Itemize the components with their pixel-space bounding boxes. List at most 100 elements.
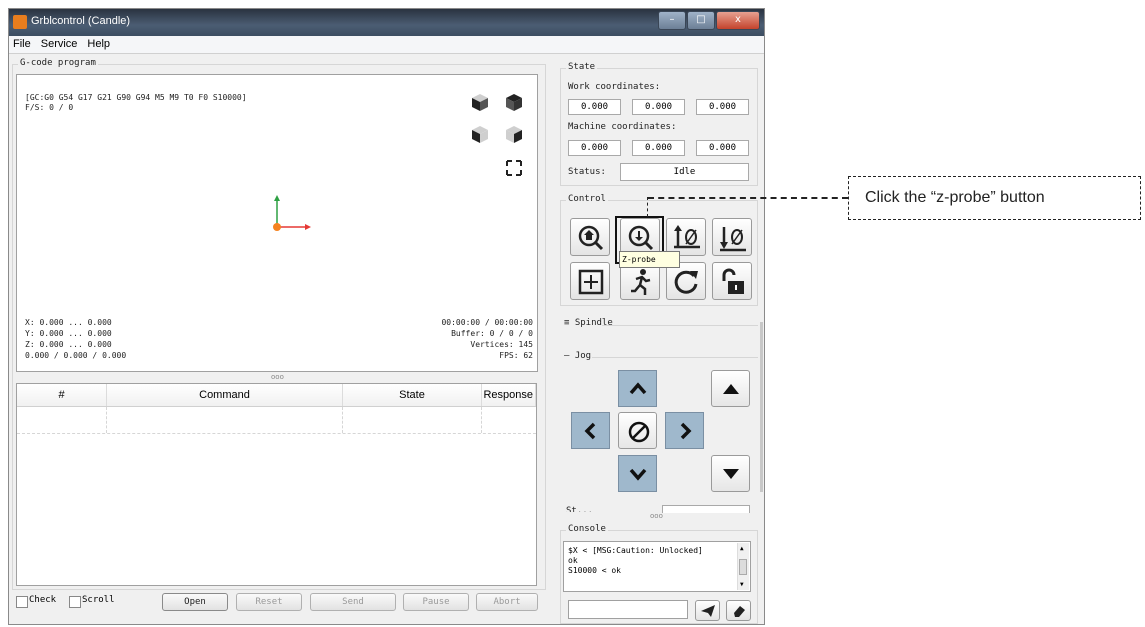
chevron-up-icon [629,382,647,395]
zero-z-button[interactable] [712,218,752,256]
jog-x-plus-button[interactable] [665,412,704,449]
check-checkbox[interactable] [16,596,28,608]
machine-coords-label: Machine coordinates: [568,122,677,132]
status-value: Idle [620,163,749,181]
control-group-title: Control [566,194,608,204]
jog-stop-button[interactable] [618,412,657,449]
status-label: Status: [568,167,606,177]
splitter-handle[interactable]: ooo [271,373,284,381]
view-top-icon[interactable] [503,91,525,113]
instruction-callout: Click the “z-probe” button [848,176,1141,220]
menu-bar: File Service Help [9,36,764,54]
jog-divider [592,357,758,358]
jog-z-plus-button[interactable] [711,370,750,407]
gcode-viewer[interactable]: [GC:G0 G54 G17 G21 G90 G94 M5 M9 T0 F0 S… [16,74,538,372]
jog-x-minus-button[interactable] [571,412,610,449]
jog-step-label: St... [566,506,594,512]
send-command-button[interactable] [695,600,720,621]
send-button[interactable]: Send [310,593,396,611]
view-isometric-icon[interactable] [469,91,491,113]
col-state[interactable]: State [343,384,482,406]
table-row[interactable] [17,407,536,434]
bottom-toolbar: Check Scroll Open Reset Send Pause Abort [16,592,538,612]
pause-button[interactable]: Pause [403,593,469,611]
table-cell [343,407,482,433]
machine-x-field: 0.000 [568,140,621,156]
safe-position-button[interactable] [570,262,610,300]
col-number[interactable]: # [17,384,107,406]
clear-console-button[interactable] [726,600,751,621]
reset-button[interactable]: Reset [236,593,302,611]
check-label: Check [29,595,57,605]
view-left-icon[interactable] [503,123,525,145]
feed-speed: F/S: 0 / 0 [25,103,74,112]
scroll-down-icon[interactable]: ▼ [740,581,744,588]
console-line: ok [568,556,578,565]
unlock-icon [722,268,744,294]
work-coords-label: Work coordinates: [568,82,661,92]
machine-y-field: 0.000 [632,140,685,156]
table-cell [17,407,107,433]
menu-service[interactable]: Service [39,36,84,53]
chevron-down-icon [629,468,647,481]
jog-header[interactable]: — Jog [564,351,591,361]
jog-z-minus-button[interactable] [711,455,750,492]
view-front-icon[interactable] [469,123,491,145]
jog-y-plus-button[interactable] [618,370,657,407]
work-y-field: 0.000 [632,99,685,115]
scroll-checkbox[interactable] [69,596,81,608]
close-button[interactable]: x [716,11,760,30]
z-probe-tooltip: Z-probe [619,251,680,268]
abort-button[interactable]: Abort [476,593,538,611]
expand-icon: — [564,351,575,361]
window-title: Grblcontrol (Candle) [31,15,131,27]
scroll-thumb[interactable] [739,559,747,575]
console-line: $X < [MSG:Caution: Unlocked] [568,546,703,555]
col-command[interactable]: Command [107,384,343,406]
app-icon [13,15,27,29]
jog-label: Jog [574,351,592,361]
crosshair-box-icon [578,269,604,295]
vertices-stat: Vertices: 145 [470,340,533,349]
maximize-button[interactable]: □ [687,11,715,30]
machine-z-field: 0.000 [696,140,749,156]
console-command-input[interactable] [568,600,688,619]
home-search-icon [578,225,604,251]
stop-icon [628,421,650,443]
panel-scrollbar[interactable] [760,322,763,492]
zero-z-icon [720,227,746,252]
console-group-title: Console [566,524,608,534]
home-button[interactable] [570,218,610,256]
col-response[interactable]: Response [482,384,536,406]
menu-file[interactable]: File [11,36,37,53]
refresh-icon [674,270,698,294]
scroll-up-icon[interactable]: ▲ [740,545,744,552]
jog-y-minus-button[interactable] [618,455,657,492]
gcode-group-title: G-code program [18,58,98,68]
console-output[interactable]: $X < [MSG:Caution: Unlocked] ok S10000 <… [563,541,751,592]
menu-help[interactable]: Help [85,36,116,53]
chevron-right-icon [680,422,692,440]
callout-leader-line [648,197,848,199]
console-scrollbar[interactable]: ▲ ▼ [737,543,749,590]
zero-xy-icon [674,225,700,249]
parser-state: [GC:G0 G54 G17 G21 G90 G94 M5 M9 T0 F0 S… [25,93,247,102]
program-table[interactable]: # Command State Response [16,383,537,586]
minimize-button[interactable]: – [658,11,686,30]
table-cell [107,407,343,433]
time-elapsed: 00:00:00 / 00:00:00 [441,318,533,327]
console-line: S10000 < ok [568,566,621,575]
spindle-header[interactable]: ≡ Spindle [564,318,613,328]
fps-stat: FPS: 62 [499,351,533,360]
spindle-label: Spindle [574,318,613,328]
table-header: # Command State Response [17,384,536,407]
collapse-icon: ≡ [564,318,575,328]
unlock-button[interactable] [712,262,752,300]
fit-view-icon[interactable] [503,157,525,179]
range-z: Z: 0.000 ... 0.000 [25,340,112,349]
triangle-up-icon [723,384,739,394]
open-button[interactable]: Open [162,593,228,611]
jog-step-field[interactable] [662,505,750,513]
state-group-title: State [566,62,598,72]
jog-splitter-handle[interactable]: ooo [650,512,663,520]
